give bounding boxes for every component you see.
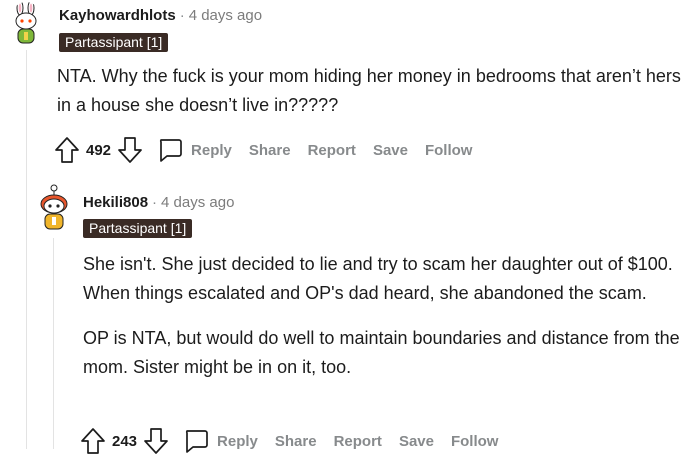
comment-paragraph: She isn't. She just decided to lie and t… bbox=[83, 254, 673, 303]
author-name[interactable]: Hekili808 bbox=[83, 194, 148, 211]
save-button[interactable]: Save bbox=[399, 433, 434, 450]
snoo-red-hair-avatar-icon bbox=[40, 184, 68, 230]
comment-header: Kayhowardhlots · 4 days ago bbox=[59, 6, 262, 26]
comment-header: Hekili808 · 4 days ago bbox=[83, 193, 234, 213]
user-flair: Partassipant [1] bbox=[83, 219, 193, 238]
comment-actions: 243 Reply Share Report Save Follow bbox=[80, 426, 515, 456]
upvote-icon[interactable] bbox=[54, 136, 80, 164]
comment-actions: 492 Reply Share Report Save Follow bbox=[54, 135, 489, 165]
timestamp[interactable]: 4 days ago bbox=[189, 7, 262, 24]
author-name[interactable]: Kayhowardhlots bbox=[59, 7, 176, 24]
comment-paragraph: OP is NTA, but would do well to maintain… bbox=[83, 328, 680, 377]
report-button[interactable]: Report bbox=[334, 433, 382, 450]
save-button[interactable]: Save bbox=[373, 142, 408, 159]
follow-button[interactable]: Follow bbox=[451, 433, 499, 450]
downvote-icon[interactable] bbox=[143, 427, 169, 455]
report-button[interactable]: Report bbox=[308, 142, 356, 159]
reply-label: Reply bbox=[217, 432, 258, 450]
upvote-icon[interactable] bbox=[80, 427, 106, 455]
avatar[interactable] bbox=[36, 184, 72, 234]
comment-bubble-icon bbox=[185, 430, 208, 453]
reply-thread-line[interactable] bbox=[53, 238, 54, 449]
reply-button[interactable]: Reply bbox=[183, 428, 258, 454]
reply-button[interactable]: Reply bbox=[157, 137, 232, 163]
follow-button[interactable]: Follow bbox=[425, 142, 473, 159]
timestamp[interactable]: 4 days ago bbox=[161, 194, 234, 211]
separator-dot: · bbox=[179, 7, 185, 24]
downvote-icon[interactable] bbox=[117, 136, 143, 164]
thread-line[interactable] bbox=[26, 50, 27, 449]
user-flair: Partassipant [1] bbox=[59, 33, 169, 52]
avatar[interactable] bbox=[9, 2, 43, 46]
comment-body: NTA. Why the fuck is your mom hiding her… bbox=[57, 62, 687, 120]
share-button[interactable]: Share bbox=[275, 433, 317, 450]
separator-dot: · bbox=[152, 194, 158, 211]
comment-paragraph: NTA. Why the fuck is your mom hiding her… bbox=[57, 66, 681, 115]
comment-bubble-icon bbox=[159, 139, 182, 162]
share-button[interactable]: Share bbox=[249, 142, 291, 159]
comment-body: She isn't. She just decided to lie and t… bbox=[83, 250, 695, 382]
vote-score: 492 bbox=[86, 141, 112, 159]
snoo-bunny-avatar-icon bbox=[15, 2, 37, 44]
vote-score: 243 bbox=[112, 432, 138, 450]
reply-label: Reply bbox=[191, 141, 232, 159]
